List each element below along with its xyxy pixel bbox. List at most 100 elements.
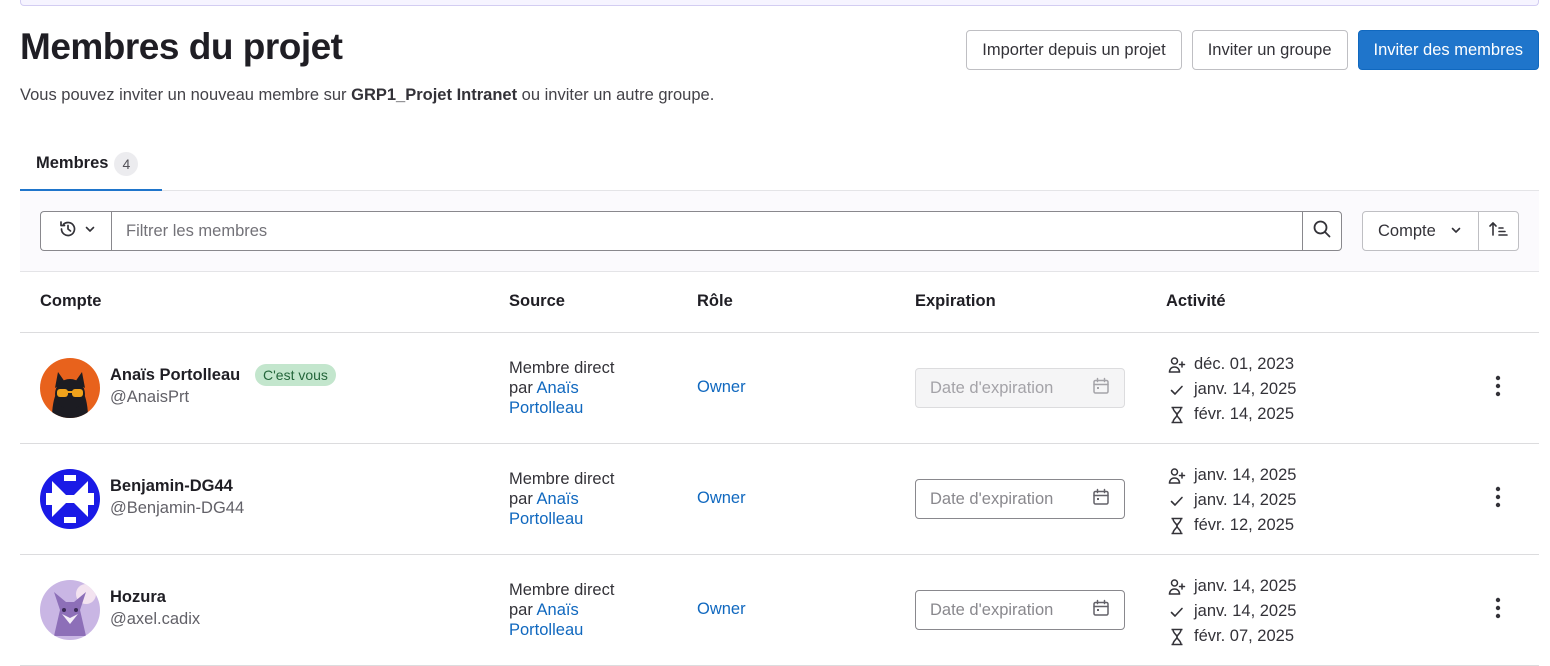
activity-created-date: janv. 14, 2025 — [1194, 577, 1297, 595]
expiration-date-field[interactable]: Date d'expiration — [915, 479, 1125, 519]
source-type: Membre direct — [509, 581, 615, 599]
source-by-link-continued[interactable]: Portolleau — [509, 398, 659, 418]
top-banner-strip — [20, 0, 1539, 6]
member-name[interactable]: Hozura — [110, 588, 166, 607]
search-icon — [1312, 219, 1332, 244]
members-table: Compte Source Rôle Expiration Activité A… — [20, 272, 1539, 666]
search-button[interactable] — [1302, 211, 1342, 251]
member-source: Membre direct par Anaïs Portolleau — [509, 358, 659, 418]
activity-last-date: janv. 14, 2025 — [1194, 380, 1297, 398]
source-by-prefix: par — [509, 379, 537, 397]
source-type: Membre direct — [509, 359, 615, 377]
member-source: Membre direct par Anaïs Portolleau — [509, 580, 659, 640]
filter-bar: Compte — [20, 191, 1539, 272]
kebab-menu-icon — [1495, 375, 1501, 402]
activity-last-date: janv. 14, 2025 — [1194, 491, 1297, 509]
page-subtitle: Vous pouvez inviter un nouveau membre su… — [20, 86, 714, 105]
calendar-icon — [1092, 377, 1110, 400]
page-title: Membres du projet — [20, 26, 343, 67]
current-user-badge: C'est vous — [255, 364, 336, 386]
tabs-bar: Membres 4 — [20, 138, 1539, 191]
hourglass-icon — [1168, 517, 1186, 535]
member-role-link[interactable]: Owner — [697, 600, 746, 619]
member-activity: déc. 01, 2023 janv. 14, 2025 févr. 14, 2… — [1168, 352, 1296, 427]
source-by-prefix: par — [509, 601, 537, 619]
expiration-date-field[interactable]: Date d'expiration — [915, 590, 1125, 630]
sort-ascending-icon — [1488, 219, 1510, 244]
kebab-menu-icon — [1495, 597, 1501, 624]
kebab-menu-icon — [1495, 486, 1501, 513]
member-activity: janv. 14, 2025 janv. 14, 2025 févr. 07, … — [1168, 574, 1296, 649]
project-name: GRP1_Projet Intranet — [351, 86, 518, 104]
recent-searches-button[interactable] — [40, 211, 112, 251]
expiration-placeholder: Date d'expiration — [930, 489, 1054, 508]
source-by-link[interactable]: Anaïs — [537, 601, 579, 619]
column-header-expiration: Expiration — [915, 292, 996, 310]
source-by-link[interactable]: Anaïs — [537, 379, 579, 397]
source-by-link-continued[interactable]: Portolleau — [509, 509, 659, 529]
subtitle-suffix: ou inviter un autre groupe. — [517, 86, 715, 104]
expiration-date-field: Date d'expiration — [915, 368, 1125, 408]
calendar-icon — [1092, 488, 1110, 511]
check-icon — [1168, 381, 1186, 399]
user-added-icon — [1168, 578, 1186, 596]
source-by-link[interactable]: Anaïs — [537, 490, 579, 508]
chevron-down-icon — [1450, 222, 1462, 241]
activity-created-date: déc. 01, 2023 — [1194, 355, 1294, 373]
hourglass-icon — [1168, 628, 1186, 646]
user-added-icon — [1168, 467, 1186, 485]
expiration-placeholder: Date d'expiration — [930, 600, 1054, 619]
chevron-down-icon — [84, 222, 96, 240]
invite-members-button[interactable]: Inviter des membres — [1357, 30, 1539, 70]
tab-members-label: Membres — [36, 154, 109, 172]
column-header-source: Source — [509, 292, 565, 310]
check-icon — [1168, 492, 1186, 510]
tab-members[interactable]: Membres 4 — [20, 138, 162, 191]
activity-expires-date: févr. 14, 2025 — [1194, 405, 1294, 423]
more-actions-button[interactable] — [1486, 375, 1510, 402]
history-icon — [58, 219, 78, 244]
subtitle-prefix: Vous pouvez inviter un nouveau membre su… — [20, 86, 352, 104]
table-header: Compte Source Rôle Expiration Activité — [20, 272, 1539, 333]
source-type: Membre direct — [509, 470, 615, 488]
avatar[interactable] — [40, 469, 100, 529]
member-activity: janv. 14, 2025 janv. 14, 2025 févr. 12, … — [1168, 463, 1296, 538]
member-source: Membre direct par Anaïs Portolleau — [509, 469, 659, 529]
filter-members-input[interactable] — [111, 211, 1303, 251]
activity-last-date: janv. 14, 2025 — [1194, 602, 1297, 620]
more-actions-button[interactable] — [1486, 597, 1510, 624]
member-username: @AnaisPrt — [110, 388, 190, 406]
column-header-account: Compte — [40, 292, 102, 310]
activity-expires-date: févr. 12, 2025 — [1194, 516, 1294, 534]
table-row: Anaïs Portolleau C'est vous @AnaisPrt Me… — [20, 333, 1539, 444]
member-role-link[interactable]: Owner — [697, 489, 746, 508]
expiration-placeholder: Date d'expiration — [930, 378, 1054, 397]
table-row: Hozura @axel.cadix Membre direct par Ana… — [20, 555, 1539, 666]
calendar-icon — [1092, 599, 1110, 622]
column-header-activity: Activité — [1166, 292, 1226, 310]
member-username: @axel.cadix — [110, 610, 201, 628]
import-from-project-button[interactable]: Importer depuis un projet — [966, 30, 1182, 70]
more-actions-button[interactable] — [1486, 486, 1510, 513]
member-name[interactable]: Anaïs Portolleau — [110, 366, 240, 385]
activity-expires-date: févr. 07, 2025 — [1194, 627, 1294, 645]
column-header-role: Rôle — [697, 292, 733, 310]
avatar[interactable] — [40, 580, 100, 640]
source-by-link-continued[interactable]: Portolleau — [509, 620, 659, 640]
sort-by-dropdown[interactable]: Compte — [1362, 211, 1479, 251]
invite-group-button[interactable]: Inviter un groupe — [1191, 30, 1348, 70]
sort-direction-button[interactable] — [1478, 211, 1519, 251]
user-added-icon — [1168, 356, 1186, 374]
check-icon — [1168, 603, 1186, 621]
activity-created-date: janv. 14, 2025 — [1194, 466, 1297, 484]
header-actions: Importer depuis un projet Inviter un gro… — [966, 30, 1539, 70]
members-count-badge: 4 — [114, 151, 139, 176]
sort-by-label: Compte — [1378, 221, 1436, 240]
member-name[interactable]: Benjamin-DG44 — [110, 477, 233, 496]
member-role-link[interactable]: Owner — [697, 378, 746, 397]
hourglass-icon — [1168, 406, 1186, 424]
avatar[interactable] — [40, 358, 100, 418]
member-username: @Benjamin-DG44 — [110, 499, 245, 517]
table-row: Benjamin-DG44 @Benjamin-DG44 Membre dire… — [20, 444, 1539, 555]
source-by-prefix: par — [509, 490, 537, 508]
